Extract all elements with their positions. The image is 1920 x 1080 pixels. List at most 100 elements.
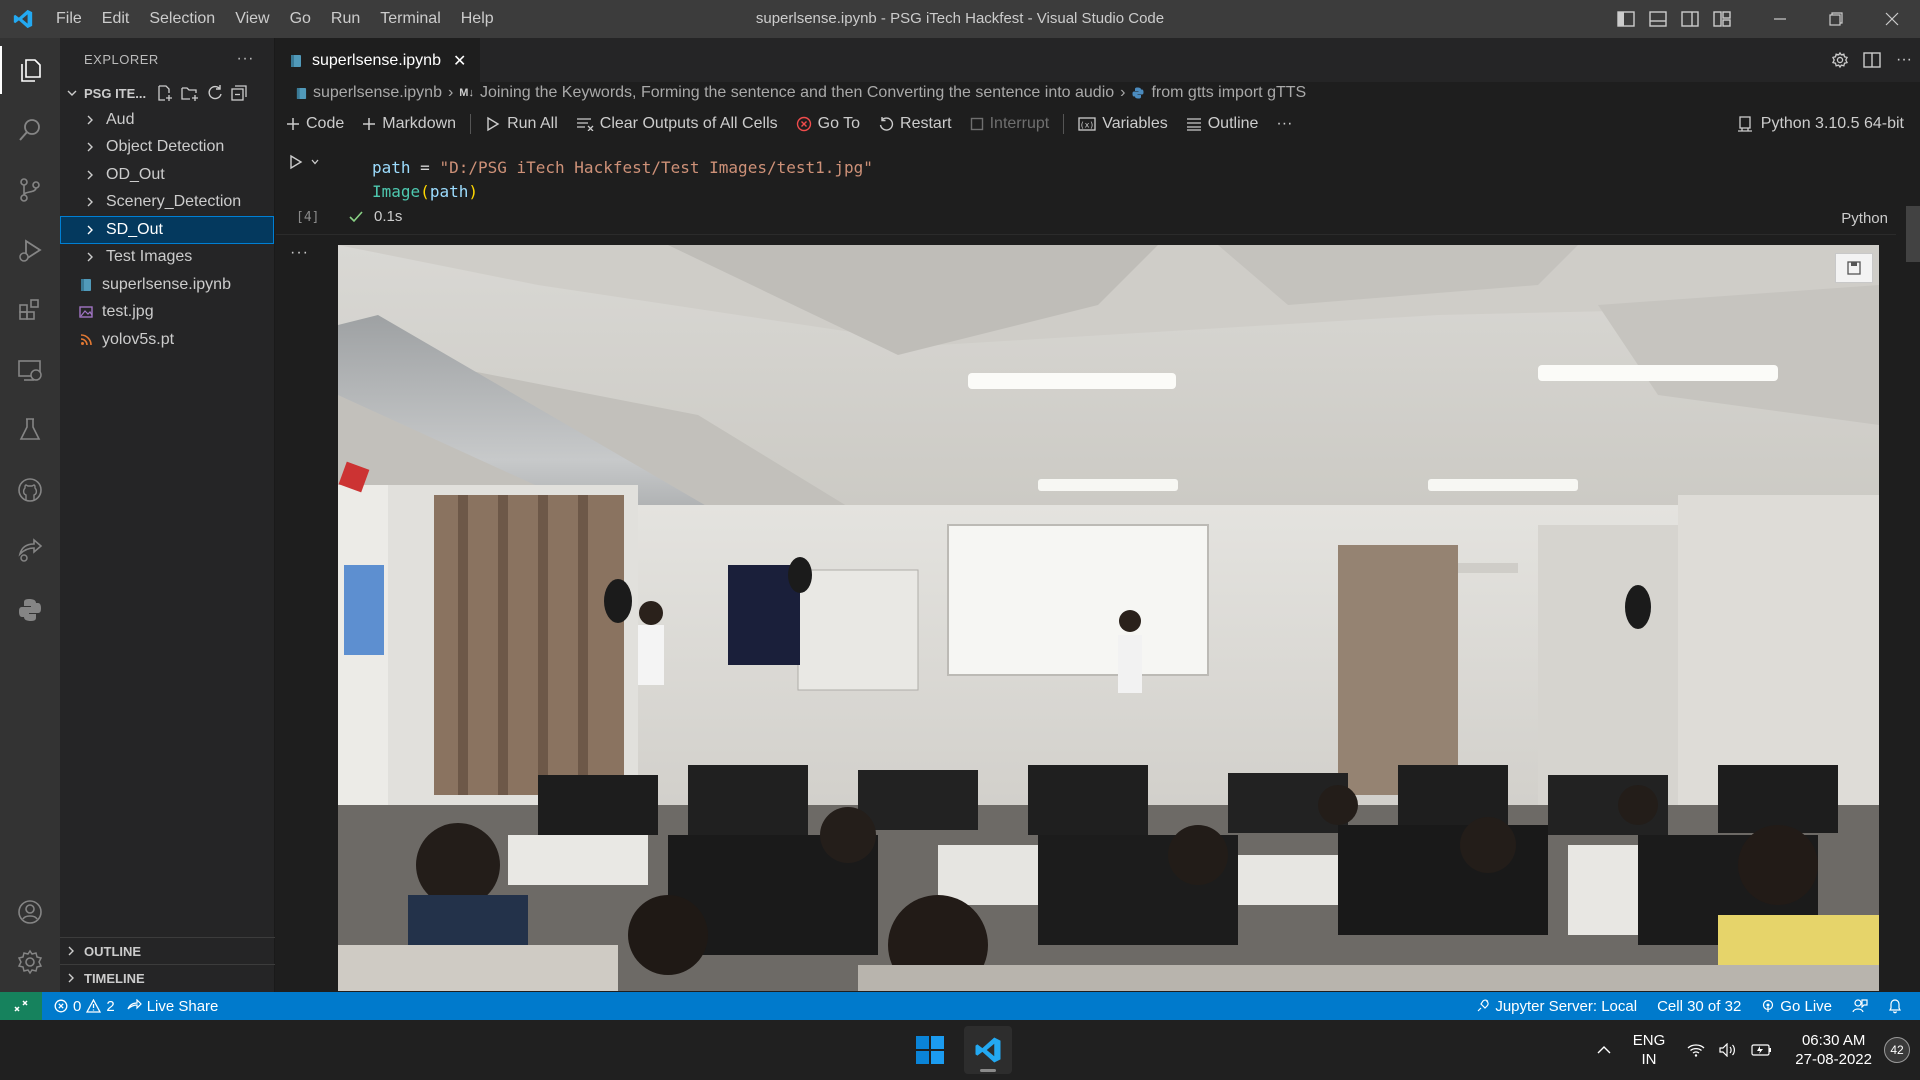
timeline-section-header[interactable]: TIMELINE: [60, 964, 275, 991]
explorer-icon[interactable]: [0, 46, 60, 94]
close-button[interactable]: [1864, 0, 1920, 38]
cell-language[interactable]: Python: [1841, 210, 1888, 227]
workspace-folder-header[interactable]: PSG ITE...: [60, 80, 274, 106]
output-more-button[interactable]: ···: [290, 244, 309, 262]
add-code-cell-button[interactable]: Code: [286, 115, 344, 133]
menu-terminal[interactable]: Terminal: [370, 0, 450, 38]
remote-explorer-icon[interactable]: [0, 346, 60, 394]
notebook-settings-gear-icon[interactable]: [1824, 51, 1856, 69]
toggle-primary-sidebar-icon[interactable]: [1610, 0, 1642, 38]
tree-file-notebook[interactable]: superlsense.ipynb: [60, 271, 274, 299]
clock-time: 06:30 AM: [1801, 1032, 1866, 1049]
testing-icon[interactable]: [0, 406, 60, 454]
code-editor[interactable]: path = "D:/PSG iTech Hackfest/Test Image…: [372, 156, 873, 204]
tree-folder-sd-out[interactable]: SD_Out: [60, 216, 274, 244]
chevron-up-icon[interactable]: [1597, 1045, 1611, 1055]
code-token-string: "D:/PSG iTech Hackfest/Test Images/test1…: [439, 158, 873, 177]
cell-position[interactable]: Cell 30 of 32: [1657, 998, 1741, 1015]
toggle-panel-icon[interactable]: [1642, 0, 1674, 38]
input-language[interactable]: ENG IN: [1633, 1031, 1666, 1069]
tree-item-label: Test Images: [106, 248, 193, 266]
toolbar-more-button[interactable]: ···: [1276, 115, 1292, 133]
outline-section-header[interactable]: OUTLINE: [60, 937, 275, 964]
tab-close-icon[interactable]: ✕: [453, 51, 466, 71]
source-control-icon[interactable]: [0, 166, 60, 214]
kernel-picker[interactable]: Python 3.10.5 64-bit: [1737, 104, 1904, 144]
tree-folder-scenery-detection[interactable]: Scenery_Detection: [60, 189, 274, 217]
variables-icon: (x): [1078, 117, 1096, 131]
status-bar: 0 2 Live Share Jupyter Server: Local Cel…: [0, 992, 1920, 1020]
tree-folder-object-detection[interactable]: Object Detection: [60, 134, 274, 162]
run-debug-icon[interactable]: [0, 226, 60, 274]
clock[interactable]: 06:30 AM 27-08-2022: [1795, 1031, 1872, 1069]
restart-button[interactable]: Restart: [878, 115, 952, 133]
menu-file[interactable]: File: [46, 0, 92, 38]
rss-file-icon: [78, 333, 94, 346]
go-live-button[interactable]: Go Live: [1761, 998, 1832, 1015]
menu-go[interactable]: Go: [280, 0, 321, 38]
outline-button[interactable]: Outline: [1186, 115, 1258, 133]
clear-outputs-button[interactable]: Clear Outputs of All Cells: [576, 115, 778, 133]
chevron-right-icon: [82, 224, 98, 236]
notifications-bell-icon[interactable]: [1888, 998, 1902, 1014]
add-markdown-cell-button[interactable]: Markdown: [362, 115, 456, 133]
tab-superlsense-notebook[interactable]: superlsense.ipynb ✕: [276, 38, 481, 82]
breadcrumb-file[interactable]: superlsense.ipynb: [296, 84, 442, 102]
minimize-button[interactable]: [1752, 0, 1808, 38]
github-icon[interactable]: [0, 466, 60, 514]
interrupt-button[interactable]: Interrupt: [970, 115, 1049, 133]
save-output-button[interactable]: [1835, 253, 1873, 283]
search-icon[interactable]: [0, 106, 60, 154]
refresh-icon[interactable]: [206, 84, 224, 102]
menu-run[interactable]: Run: [321, 0, 370, 38]
collapse-all-icon[interactable]: [230, 84, 248, 102]
python-icon[interactable]: [0, 586, 60, 634]
new-file-icon[interactable]: [156, 84, 174, 102]
tree-folder-od-out[interactable]: OD_Out: [60, 161, 274, 189]
tree-file-test-jpg[interactable]: test.jpg: [60, 299, 274, 327]
settings-gear-icon[interactable]: [0, 938, 60, 986]
live-share-icon[interactable]: [0, 526, 60, 574]
chevron-down-icon[interactable]: [310, 157, 320, 167]
breadcrumb-section[interactable]: M↓ Joining the Keywords, Forming the sen…: [459, 84, 1114, 102]
customize-layout-icon[interactable]: [1706, 0, 1738, 38]
tree-file-yolov5s[interactable]: yolov5s.pt: [60, 326, 274, 354]
chevron-right-icon: ›: [447, 84, 454, 101]
menu-view[interactable]: View: [225, 0, 279, 38]
breadcrumb-cell[interactable]: from gtts import gTTS: [1131, 84, 1306, 102]
extensions-icon[interactable]: [0, 286, 60, 334]
image-file-icon: [78, 306, 94, 318]
code-cell[interactable]: path = "D:/PSG iTech Hackfest/Test Image…: [276, 144, 1896, 234]
vscode-taskbar-button[interactable]: [964, 1026, 1012, 1074]
restore-button[interactable]: [1808, 0, 1864, 38]
explorer-more-button[interactable]: ···: [237, 50, 254, 68]
split-editor-icon[interactable]: [1856, 52, 1888, 68]
problems-indicator[interactable]: 0 2: [54, 998, 115, 1015]
tree-item-label: Scenery_Detection: [106, 193, 242, 211]
jupyter-server-status[interactable]: Jupyter Server: Local: [1476, 998, 1637, 1015]
markdown-icon: M↓: [459, 87, 474, 99]
notification-count-badge[interactable]: 42: [1884, 1037, 1910, 1063]
volume-icon[interactable]: [1719, 1043, 1737, 1057]
variables-label: Variables: [1102, 115, 1168, 132]
accounts-icon[interactable]: [0, 888, 60, 936]
go-to-button[interactable]: Go To: [796, 115, 860, 133]
live-share-status[interactable]: Live Share: [127, 998, 218, 1015]
battery-icon[interactable]: [1751, 1043, 1773, 1057]
variables-button[interactable]: (x) Variables: [1078, 115, 1168, 133]
wifi-icon[interactable]: [1687, 1043, 1705, 1057]
tree-folder-test-images[interactable]: Test Images: [60, 244, 274, 272]
new-folder-icon[interactable]: [180, 84, 200, 102]
run-cell-icon[interactable]: [288, 154, 304, 170]
windows-start-icon[interactable]: [914, 1034, 946, 1066]
tree-folder-aud[interactable]: Aud: [60, 106, 274, 134]
toggle-secondary-sidebar-icon[interactable]: [1674, 0, 1706, 38]
feedback-icon[interactable]: [1852, 998, 1868, 1014]
editor-more-actions-icon[interactable]: ···: [1888, 51, 1920, 69]
remote-indicator[interactable]: [0, 992, 42, 1020]
menu-selection[interactable]: Selection: [139, 0, 225, 38]
editor-scrollbar-thumb[interactable]: [1906, 206, 1920, 262]
menu-edit[interactable]: Edit: [92, 0, 140, 38]
menu-help[interactable]: Help: [451, 0, 504, 38]
run-all-button[interactable]: Run All: [485, 115, 558, 133]
